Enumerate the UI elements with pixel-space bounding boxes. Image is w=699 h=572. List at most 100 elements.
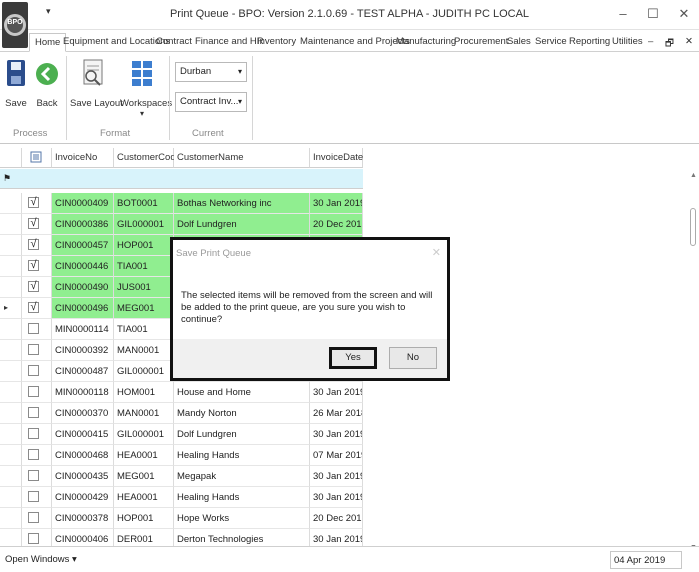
row-indicator[interactable] bbox=[0, 466, 22, 487]
cell-invoiceno[interactable]: CIN0000468 bbox=[52, 445, 114, 466]
table-row[interactable]: CIN0000378 HOP001 Hope Works 20 Dec 2018 bbox=[0, 508, 363, 529]
row-indicator[interactable] bbox=[0, 361, 22, 382]
tab-equipment-and-locations[interactable]: Equipment and Locations bbox=[63, 36, 170, 47]
cell-invoiceno[interactable]: MIN0000118 bbox=[52, 382, 114, 403]
select-all-column-header[interactable] bbox=[22, 148, 52, 168]
cell-invoicedate[interactable]: 30 Jan 2019 bbox=[310, 424, 363, 445]
cell-invoiceno[interactable]: CIN0000490 bbox=[52, 277, 114, 298]
row-indicator[interactable] bbox=[0, 445, 22, 466]
row-indicator[interactable] bbox=[0, 235, 22, 256]
column-header-customercode[interactable]: CustomerCode bbox=[114, 148, 181, 168]
cell-invoiceno[interactable]: CIN0000487 bbox=[52, 361, 114, 382]
cell-invoicedate[interactable]: 26 Mar 2018 bbox=[310, 403, 363, 424]
row-checkbox[interactable] bbox=[28, 407, 39, 418]
app-logo[interactable]: BPO bbox=[2, 2, 28, 48]
cell-customercode[interactable]: HEA0001 bbox=[114, 445, 174, 466]
cell-invoicedate[interactable]: 20 Dec 2018 bbox=[310, 508, 363, 529]
tab-utilities[interactable]: Utilities bbox=[612, 36, 643, 47]
table-row[interactable]: CIN0000415 GIL000001 Dolf Lundgren 30 Jan 2… bbox=[0, 424, 363, 445]
yes-button[interactable]: Yes bbox=[329, 347, 377, 369]
maximize-button[interactable]: ☐ bbox=[640, 4, 666, 24]
cell-customercode[interactable]: HEA0001 bbox=[114, 487, 174, 508]
table-row[interactable]: CIN0000429 HEA0001 Healing Hands 30 Jan 201… bbox=[0, 487, 363, 508]
cell-customercode[interactable]: HOP001 bbox=[114, 235, 174, 256]
cell-invoiceno[interactable]: CIN0000370 bbox=[52, 403, 114, 424]
row-indicator[interactable] bbox=[0, 277, 22, 298]
row-indicator[interactable] bbox=[0, 508, 22, 529]
cell-customercode[interactable]: MAN0001 bbox=[114, 403, 174, 424]
tab-service[interactable]: Service bbox=[535, 36, 567, 47]
cell-customercode[interactable]: GIL000001 bbox=[114, 214, 174, 235]
site-dropdown[interactable]: Durban ▾ bbox=[175, 62, 247, 82]
row-checkbox[interactable]: √ bbox=[28, 302, 39, 313]
row-checkbox[interactable] bbox=[28, 344, 39, 355]
scrollbar-thumb[interactable] bbox=[690, 208, 696, 246]
tab-reporting[interactable]: Reporting bbox=[569, 36, 610, 47]
column-header-customername[interactable]: CustomerName bbox=[174, 148, 310, 168]
tab-inventory[interactable]: Inventory bbox=[257, 36, 296, 47]
cell-customercode[interactable]: TIA001 bbox=[114, 319, 174, 340]
cell-invoiceno[interactable]: CIN0000415 bbox=[52, 424, 114, 445]
table-row[interactable]: MIN0000118 HOM001 House and Home 30 Jan 201… bbox=[0, 382, 363, 403]
tab-manufacturing[interactable]: Manufacturing bbox=[396, 36, 456, 47]
dialog-close-icon[interactable]: ✕ bbox=[432, 246, 441, 259]
cell-customercode[interactable]: MEG001 bbox=[114, 298, 174, 319]
cell-customername[interactable]: House and Home bbox=[174, 382, 310, 403]
ribbon-minimize-button[interactable]: – bbox=[648, 36, 653, 47]
cell-invoiceno[interactable]: CIN0000446 bbox=[52, 256, 114, 277]
row-checkbox[interactable]: √ bbox=[28, 260, 39, 271]
cell-customername[interactable]: Mandy Norton bbox=[174, 403, 310, 424]
row-checkbox[interactable]: √ bbox=[28, 218, 39, 229]
row-indicator[interactable] bbox=[0, 424, 22, 445]
cell-customercode[interactable]: HOM001 bbox=[114, 382, 174, 403]
row-checkbox[interactable] bbox=[28, 512, 39, 523]
cell-customername[interactable]: Healing Hands bbox=[174, 445, 310, 466]
cell-customername[interactable]: Dolf Lundgren bbox=[174, 424, 310, 445]
row-indicator[interactable] bbox=[0, 382, 22, 403]
tab-contract[interactable]: Contract bbox=[156, 36, 192, 47]
table-row[interactable]: CIN0000370 MAN0001 Mandy Norton 26 Mar 2018 bbox=[0, 403, 363, 424]
cell-invoicedate[interactable]: 30 Jan 2019 bbox=[310, 382, 363, 403]
cell-customercode[interactable]: TIA001 bbox=[114, 256, 174, 277]
cell-invoiceno[interactable]: MIN0000114 bbox=[52, 319, 114, 340]
cell-customercode[interactable]: GIL000001 bbox=[114, 361, 174, 382]
cell-customercode[interactable]: HOP001 bbox=[114, 508, 174, 529]
row-indicator[interactable] bbox=[0, 487, 22, 508]
cell-customername[interactable]: Dolf Lundgren bbox=[174, 214, 310, 235]
cell-customercode[interactable]: MEG001 bbox=[114, 466, 174, 487]
tab-home[interactable]: Home bbox=[29, 33, 67, 52]
minimize-button[interactable]: – bbox=[610, 4, 636, 24]
cell-invoiceno[interactable]: CIN0000386 bbox=[52, 214, 114, 235]
row-checkbox[interactable] bbox=[28, 491, 39, 502]
tab-procurement[interactable]: Procurement bbox=[454, 36, 508, 47]
row-checkbox[interactable] bbox=[28, 470, 39, 481]
cell-invoicedate[interactable]: 30 Jan 2019 bbox=[310, 466, 363, 487]
cell-customercode[interactable]: JUS001 bbox=[114, 277, 174, 298]
cell-invoiceno[interactable]: CIN0000457 bbox=[52, 235, 114, 256]
cell-invoicedate[interactable]: 07 Mar 2019 bbox=[310, 445, 363, 466]
row-indicator[interactable] bbox=[0, 256, 22, 277]
open-windows-button[interactable]: Open Windows ▾ bbox=[5, 554, 77, 565]
cell-invoicedate[interactable]: 30 Jan 2019 bbox=[310, 487, 363, 508]
table-row[interactable]: √ CIN0000386 GIL000001 Dolf Lundgren 20 Dec … bbox=[0, 214, 363, 235]
row-indicator[interactable] bbox=[0, 214, 22, 235]
save-layout-button[interactable]: Save Layout bbox=[70, 56, 123, 112]
row-checkbox[interactable]: √ bbox=[28, 239, 39, 250]
row-checkbox[interactable] bbox=[28, 449, 39, 460]
close-button[interactable]: ✕ bbox=[671, 4, 697, 24]
back-button[interactable]: Back bbox=[34, 56, 60, 112]
cell-customername[interactable]: Bothas Networking inc bbox=[174, 193, 310, 214]
cell-invoicedate[interactable]: 20 Dec 2018 bbox=[310, 214, 363, 235]
cell-invoiceno[interactable]: CIN0000435 bbox=[52, 466, 114, 487]
cell-customercode[interactable]: MAN0001 bbox=[114, 340, 174, 361]
row-indicator[interactable] bbox=[0, 193, 22, 214]
column-header-invoicedate[interactable]: InvoiceDate bbox=[310, 148, 363, 168]
scroll-up-icon[interactable]: ▲ bbox=[690, 172, 697, 179]
vertical-scrollbar[interactable]: ▲ ▼ bbox=[688, 172, 699, 551]
row-checkbox[interactable] bbox=[28, 428, 39, 439]
row-checkbox[interactable] bbox=[28, 533, 39, 544]
row-checkbox[interactable]: √ bbox=[28, 197, 39, 208]
row-indicator[interactable] bbox=[0, 340, 22, 361]
cell-invoiceno[interactable]: CIN0000378 bbox=[52, 508, 114, 529]
row-indicator[interactable] bbox=[0, 319, 22, 340]
